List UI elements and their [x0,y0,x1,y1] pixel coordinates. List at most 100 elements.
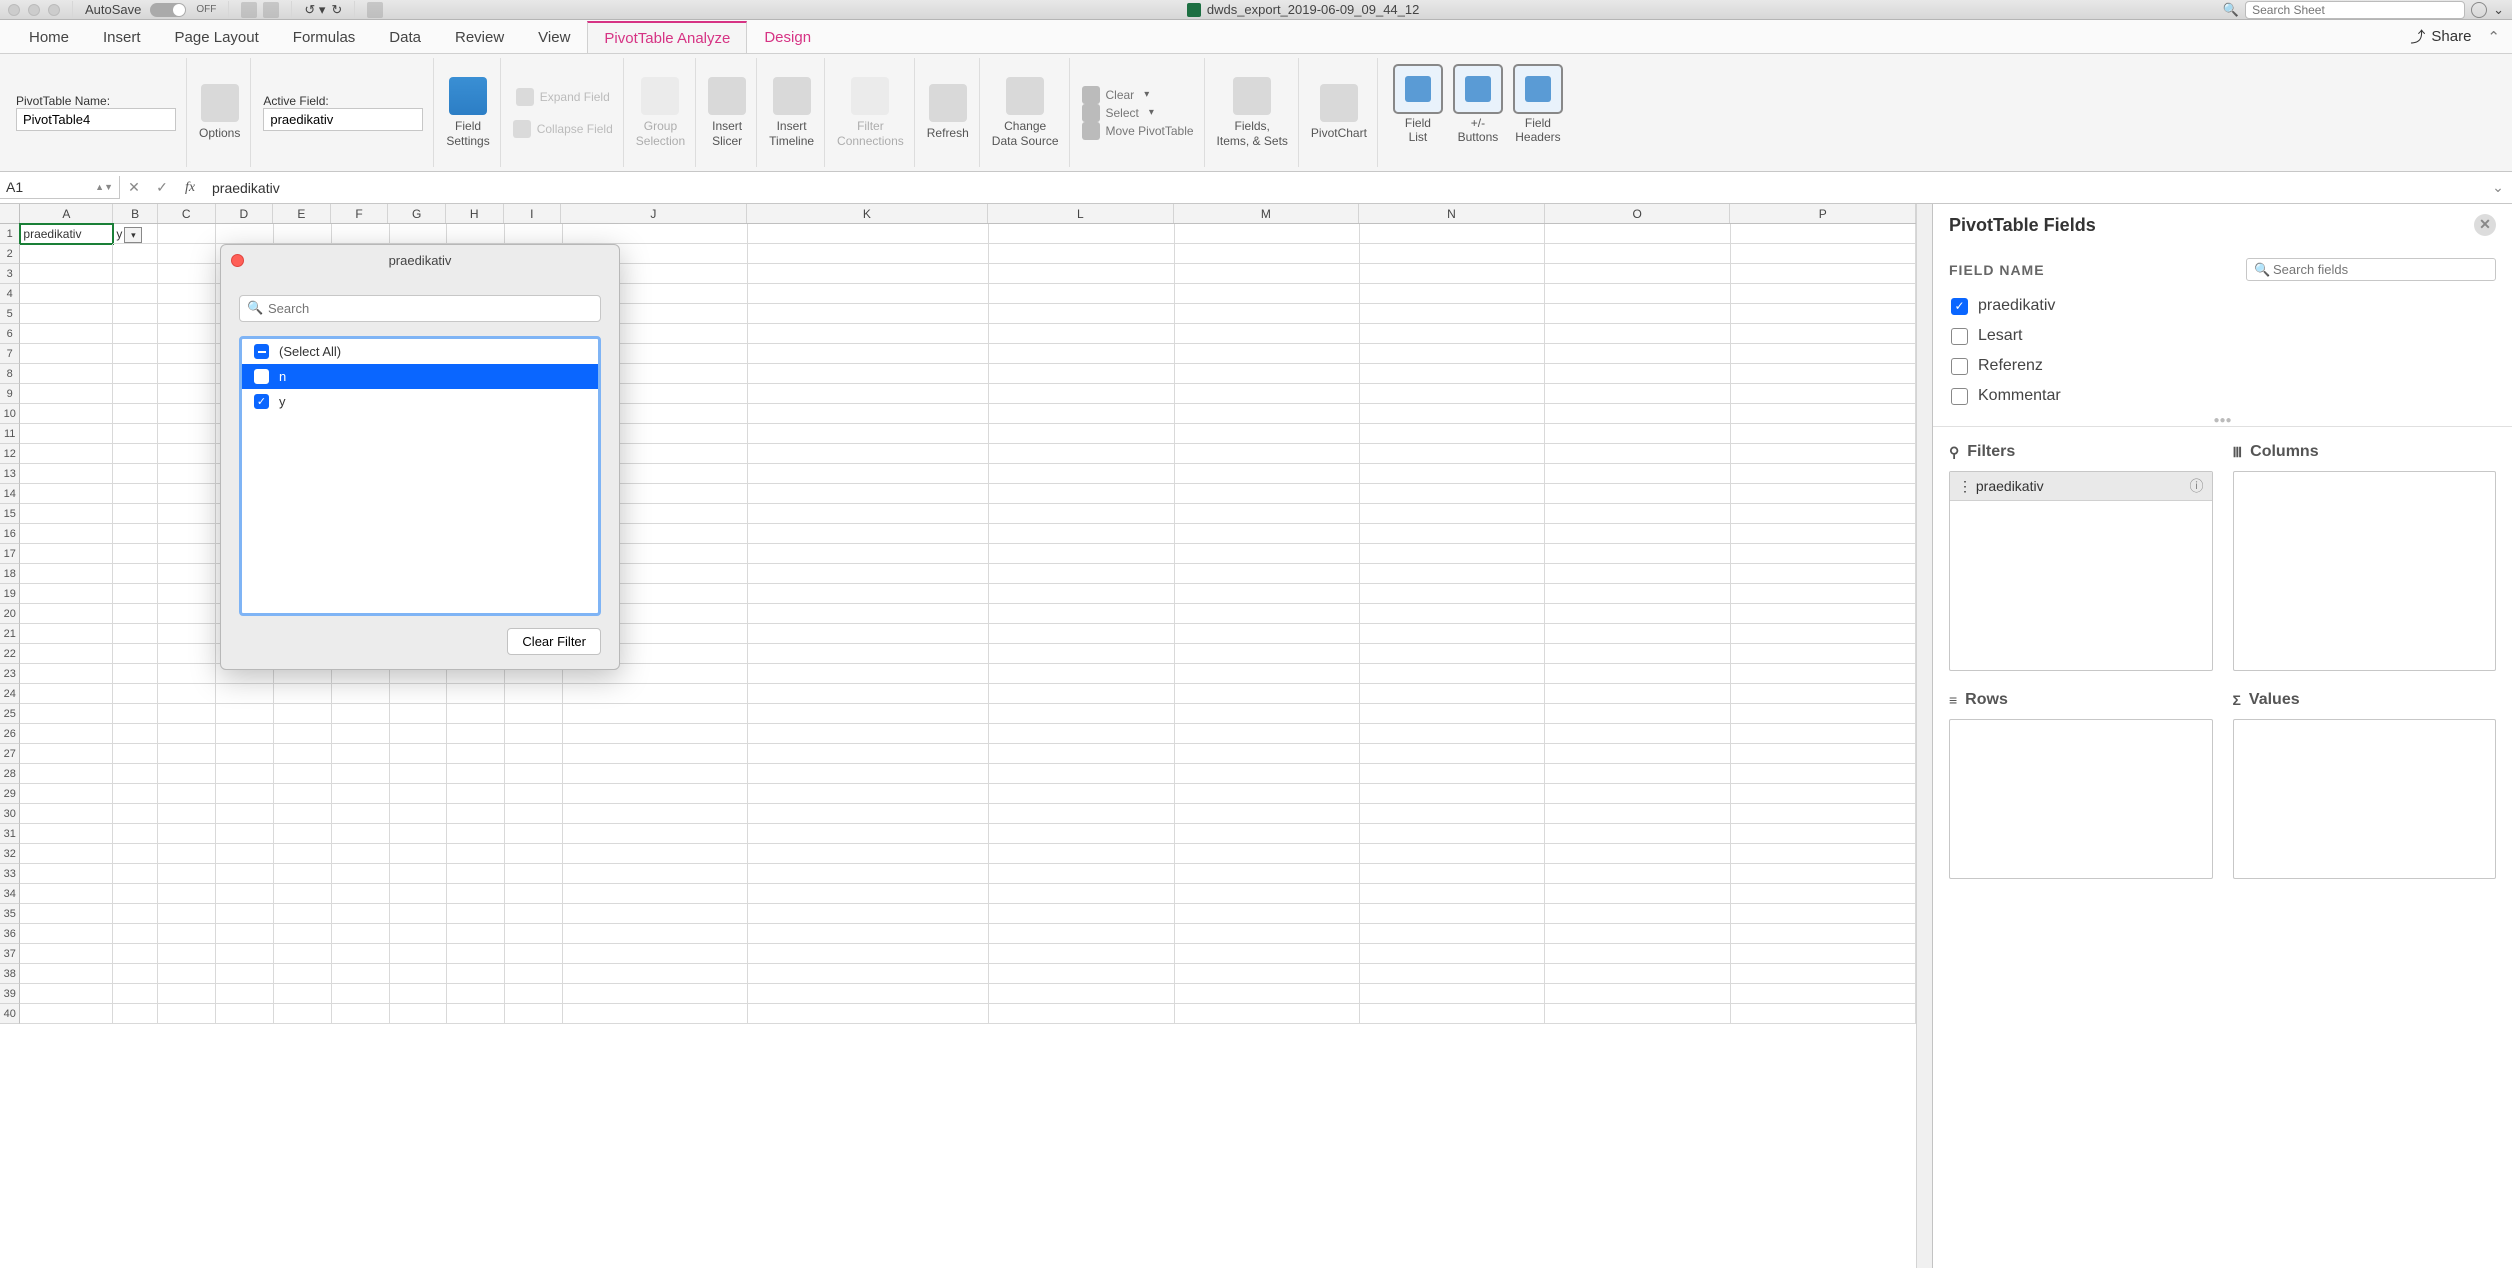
cell[interactable] [158,404,216,424]
cell[interactable] [158,1004,216,1024]
cell[interactable] [505,904,563,924]
cell[interactable] [748,304,989,324]
col-header-d[interactable]: D [216,204,274,223]
cell[interactable] [989,744,1174,764]
row-header[interactable]: 3 [0,264,20,284]
cell[interactable] [216,1004,274,1024]
cell[interactable] [1360,664,1545,684]
cell[interactable] [447,984,505,1004]
spreadsheet-grid[interactable]: A B C D E F G H I J K L M N O P 1praedik… [0,204,1916,1268]
cell[interactable] [505,724,563,744]
cell[interactable] [113,324,158,344]
cell[interactable] [1175,524,1360,544]
cell[interactable] [20,844,113,864]
cell[interactable] [1731,284,1916,304]
cell[interactable] [20,724,113,744]
cell[interactable] [1545,664,1730,684]
cell[interactable] [748,644,989,664]
row-header[interactable]: 8 [0,364,20,384]
cell[interactable] [989,964,1174,984]
cell[interactable] [1360,884,1545,904]
row-header[interactable]: 4 [0,284,20,304]
field-praedikativ[interactable]: ✓praedikativ [1949,291,2496,321]
cell[interactable] [1360,844,1545,864]
cell[interactable] [1360,624,1545,644]
cell[interactable] [1545,244,1730,264]
cell[interactable] [390,704,448,724]
pivottable-name-input[interactable] [16,108,176,131]
cell[interactable] [20,384,113,404]
cell[interactable] [1175,484,1360,504]
cell[interactable] [274,224,332,244]
clear-filter-button[interactable]: Clear Filter [507,628,601,655]
cell[interactable] [447,804,505,824]
cell[interactable] [158,844,216,864]
cell[interactable] [20,944,113,964]
qat-print-icon[interactable] [367,2,383,18]
cell[interactable] [748,584,989,604]
cell[interactable] [113,404,158,424]
cell[interactable] [1545,384,1730,404]
checkbox-checked-icon[interactable]: ✓ [1951,298,1968,315]
cell[interactable] [1545,584,1730,604]
cell[interactable] [158,624,216,644]
cell[interactable] [563,824,748,844]
cell[interactable] [390,744,448,764]
field-headers-button[interactable] [1513,64,1563,114]
cell[interactable] [505,944,563,964]
cell[interactable] [113,264,158,284]
cell[interactable] [989,664,1174,684]
cell[interactable] [1545,704,1730,724]
cell[interactable] [447,744,505,764]
cell[interactable] [1545,564,1730,584]
cell[interactable] [113,584,158,604]
cell[interactable] [274,804,332,824]
cell[interactable] [274,964,332,984]
cell[interactable] [748,564,989,584]
col-header-c[interactable]: C [158,204,216,223]
cell[interactable] [1175,884,1360,904]
cell[interactable] [20,324,113,344]
cell[interactable] [1545,724,1730,744]
window-controls[interactable] [8,4,60,16]
cell[interactable] [158,384,216,404]
cell[interactable] [20,264,113,284]
row-header[interactable]: 20 [0,604,20,624]
cell[interactable] [1175,924,1360,944]
cell[interactable] [1731,504,1916,524]
cell[interactable] [20,344,113,364]
cell[interactable] [1175,964,1360,984]
cell[interactable] [1545,224,1730,244]
row-header[interactable]: 6 [0,324,20,344]
cell[interactable] [1175,824,1360,844]
row-header[interactable]: 13 [0,464,20,484]
cell[interactable] [158,784,216,804]
values-dropzone[interactable] [2233,719,2497,879]
cell[interactable] [390,884,448,904]
cell[interactable] [20,364,113,384]
cell[interactable] [505,964,563,984]
tab-review[interactable]: Review [438,21,521,52]
cell[interactable] [1175,264,1360,284]
row-header[interactable]: 31 [0,824,20,844]
cell[interactable] [1175,384,1360,404]
cell[interactable] [113,604,158,624]
filter-option-n[interactable]: n [242,364,598,389]
cell[interactable] [563,704,748,724]
cell[interactable] [390,844,448,864]
cell[interactable] [332,1004,390,1024]
cell[interactable] [216,984,274,1004]
cell[interactable] [1360,964,1545,984]
row-header[interactable]: 11 [0,424,20,444]
cell[interactable] [989,284,1174,304]
close-popup-icon[interactable] [231,254,244,267]
cell[interactable] [989,784,1174,804]
cell[interactable] [748,264,989,284]
cell[interactable] [113,964,158,984]
active-field-input[interactable] [263,108,423,131]
cell[interactable] [216,944,274,964]
feedback-icon[interactable] [2471,2,2487,18]
cell[interactable] [748,864,989,884]
cell[interactable] [989,484,1174,504]
cell[interactable] [1731,444,1916,464]
